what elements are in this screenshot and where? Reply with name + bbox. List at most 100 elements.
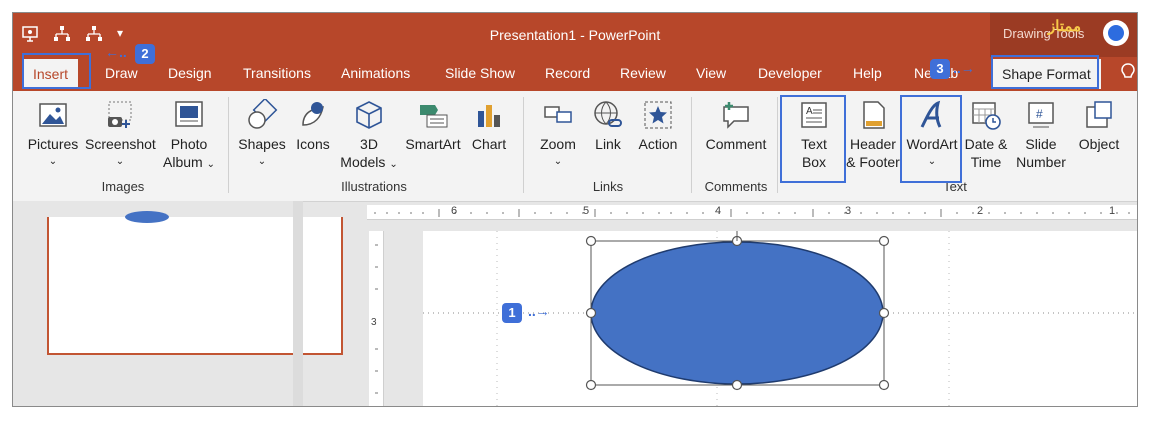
- photo-album-label-2: Album: [163, 154, 203, 170]
- pictures-icon: [37, 99, 69, 131]
- comment-label: Comment: [705, 136, 767, 152]
- shapes-icon: [246, 97, 278, 131]
- slide-number-button[interactable]: # Slide Number: [1011, 99, 1071, 171]
- icons-icon: [297, 99, 329, 131]
- ruler-tick-label: 5: [583, 205, 590, 217]
- images-group-label: Images: [101, 179, 145, 194]
- header-footer-icon: [857, 99, 889, 131]
- resize-handle: [878, 379, 890, 391]
- tab-animations[interactable]: Animations: [341, 65, 410, 81]
- thumbnail-ellipse: [125, 211, 169, 223]
- screenshot-button[interactable]: Screenshot ⌄: [85, 99, 156, 171]
- shape-format-highlight: [991, 55, 1099, 89]
- screenshot-label: Screenshot: [85, 136, 156, 152]
- chart-label: Chart: [471, 136, 507, 152]
- photo-album-button[interactable]: Photo Album ⌄: [159, 99, 219, 174]
- group-divider: [777, 97, 778, 193]
- slide-number-icon: #: [1025, 99, 1057, 131]
- tab-slide-show[interactable]: Slide Show: [445, 65, 515, 81]
- resize-handle: [585, 235, 597, 247]
- insert-tab-highlight: [22, 53, 91, 89]
- brand-logo-text: ممتاز: [1048, 18, 1082, 35]
- comment-icon: [720, 99, 752, 131]
- ruler-tick-label: 6: [451, 205, 458, 217]
- selected-ellipse-shape: [590, 241, 884, 385]
- tab-record[interactable]: Record: [545, 65, 590, 81]
- header-footer-label-2: & Footer: [846, 154, 900, 170]
- action-label: Action: [638, 136, 678, 152]
- header-footer-label-1: Header: [850, 136, 896, 152]
- resize-handle: [585, 307, 597, 319]
- tab-design[interactable]: Design: [168, 65, 212, 81]
- callout-one-arrow: ..→: [528, 303, 550, 319]
- comment-button[interactable]: Comment: [699, 99, 773, 153]
- svg-text:#: #: [1036, 107, 1043, 121]
- photo-album-icon: [173, 99, 205, 131]
- tab-developer[interactable]: Developer: [758, 65, 822, 81]
- horizontal-ruler: 6 5 4 3 2 1: [367, 205, 1137, 220]
- zoom-label: Zoom: [540, 136, 576, 152]
- screenshot-icon: [104, 99, 136, 131]
- date-time-button[interactable]: Date & Time: [961, 99, 1011, 171]
- 3d-models-button[interactable]: 3D Models ⌄: [339, 99, 399, 174]
- group-divider: [523, 97, 524, 193]
- star-action-icon: [642, 99, 674, 131]
- resize-handle: [731, 379, 743, 391]
- tab-help[interactable]: Help: [853, 65, 882, 81]
- zoom-button[interactable]: Zoom ⌄: [533, 99, 583, 171]
- vertical-ruler-tick: 3: [371, 317, 377, 328]
- globe-link-icon: [592, 99, 624, 131]
- tab-view[interactable]: View: [696, 65, 726, 81]
- comments-group-label: Comments: [704, 179, 768, 194]
- object-button[interactable]: Object: [1071, 99, 1127, 153]
- smartart-label: SmartArt: [405, 136, 461, 152]
- resize-handle: [878, 235, 890, 247]
- ribbon-insert: Pictures ⌄ Screenshot ⌄ Photo Album ⌄ Im…: [13, 91, 1137, 202]
- tab-transitions[interactable]: Transitions: [243, 65, 311, 81]
- illustrations-group-label: Illustrations: [341, 179, 407, 194]
- callout-two: 2: [135, 44, 155, 64]
- icons-label: Icons: [296, 136, 330, 152]
- chart-button[interactable]: Chart: [467, 99, 511, 153]
- 3d-models-label-1: 3D: [360, 136, 378, 152]
- object-label: Object: [1078, 136, 1120, 152]
- bar-chart-icon: [473, 99, 505, 131]
- ruler-tick-label: 4: [715, 205, 722, 217]
- smartart-icon: [417, 99, 449, 131]
- brand-logo-icon: [1103, 20, 1129, 46]
- pictures-label: Pictures: [27, 136, 79, 152]
- callout-one: 1: [502, 303, 522, 323]
- shapes-label: Shapes: [238, 136, 286, 152]
- header-footer-button[interactable]: Header & Footer: [843, 99, 903, 171]
- drawing-tools-group: Drawing Tools ممتاز: [990, 13, 1137, 57]
- date-time-label-1: Date &: [964, 136, 1008, 152]
- zoom-icon: [542, 99, 574, 131]
- slide-number-label-2: Number: [1016, 154, 1066, 170]
- action-button[interactable]: Action: [633, 99, 683, 153]
- slide-thumbnail-pane: [13, 201, 343, 406]
- pane-divider[interactable]: [293, 201, 303, 406]
- group-divider: [691, 97, 692, 193]
- lightbulb-icon[interactable]: [1121, 63, 1135, 88]
- shapes-button[interactable]: Shapes ⌄: [237, 97, 287, 171]
- text-box-highlight: [780, 95, 846, 183]
- icons-button[interactable]: Icons: [291, 99, 335, 153]
- callout-three-arrow: ..→: [953, 60, 975, 76]
- vertical-ruler: 3: [369, 231, 384, 406]
- tab-draw[interactable]: Draw: [105, 65, 138, 81]
- pictures-button[interactable]: Pictures ⌄: [27, 99, 79, 171]
- smartart-button[interactable]: SmartArt: [403, 99, 463, 153]
- link-button[interactable]: Link: [587, 99, 629, 153]
- link-label: Link: [595, 136, 621, 152]
- date-time-label-2: Time: [970, 154, 1002, 170]
- slide-number-label-1: Slide: [1025, 136, 1057, 152]
- wordart-highlight: [900, 95, 962, 183]
- photo-album-label-1: Photo: [170, 136, 208, 152]
- links-group-label: Links: [592, 179, 624, 194]
- resize-handle: [585, 379, 597, 391]
- tab-review[interactable]: Review: [620, 65, 666, 81]
- resize-handle: [878, 307, 890, 319]
- calendar-clock-icon: [970, 99, 1002, 131]
- cube-icon: [353, 99, 385, 131]
- callout-three: 3: [930, 59, 950, 79]
